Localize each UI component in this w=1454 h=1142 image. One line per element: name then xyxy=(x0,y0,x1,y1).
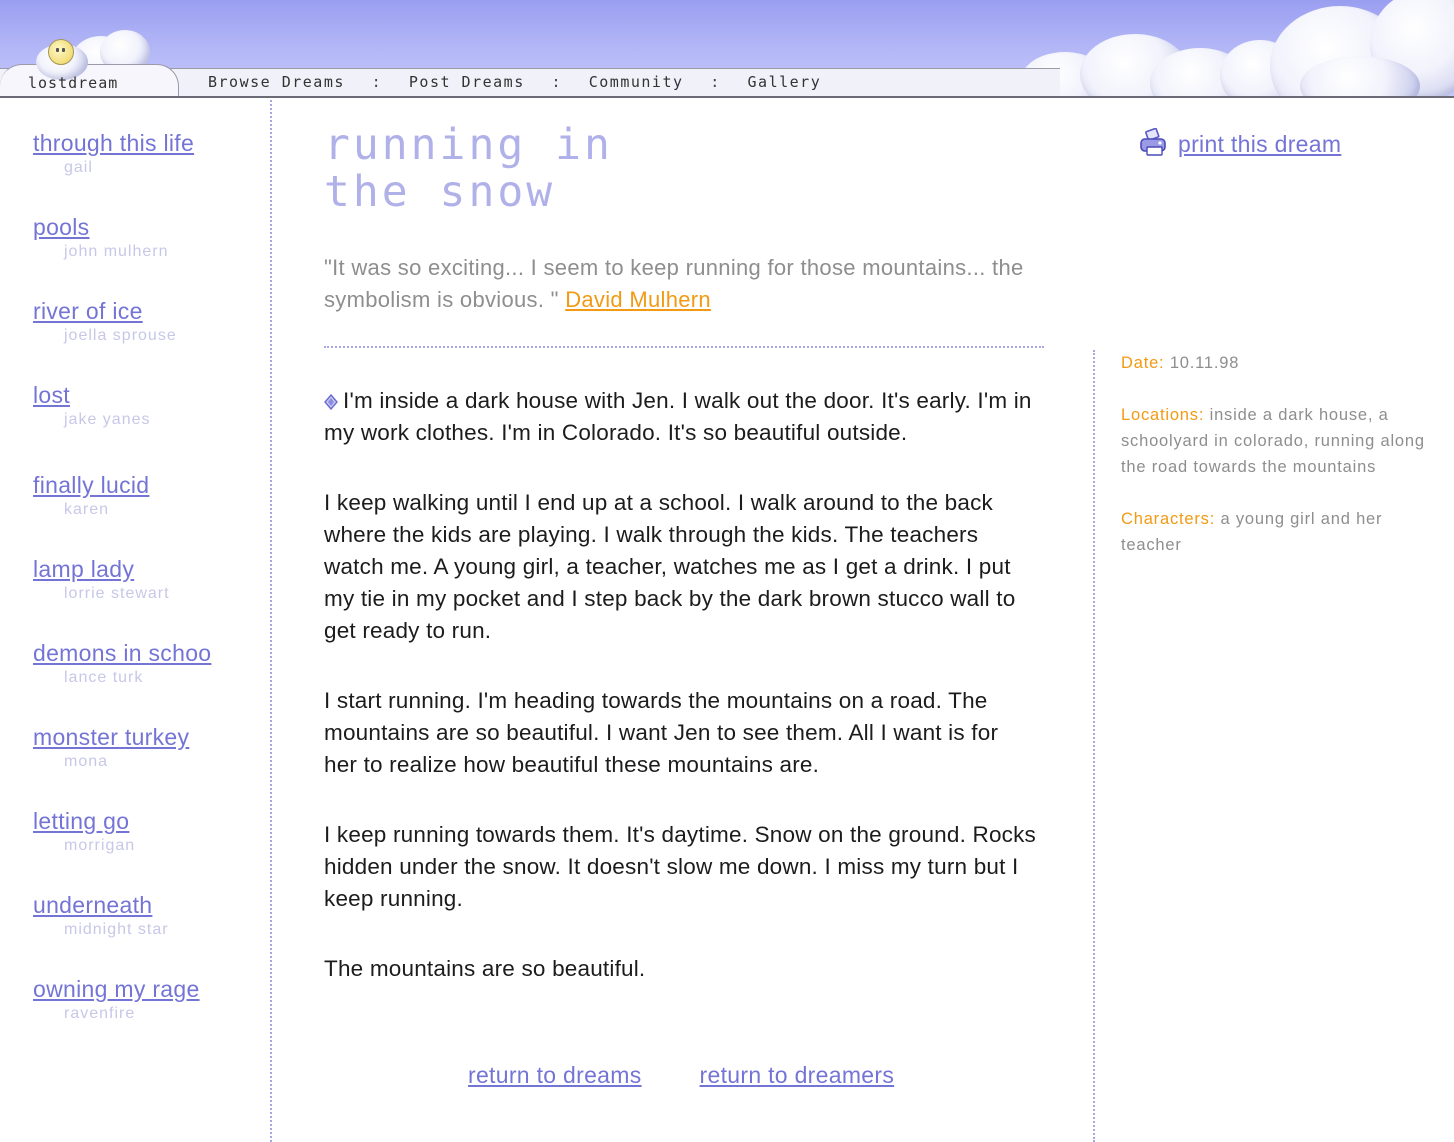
logo-face-icon xyxy=(48,39,74,65)
date-row: Date: 10.11.98 xyxy=(1121,350,1441,376)
story-text: I'm inside a dark house with Jen. I walk… xyxy=(324,388,1032,445)
dream-quote: "It was so exciting... I seem to keep ru… xyxy=(324,252,1024,316)
dream-link[interactable]: demons in schoo xyxy=(33,640,263,667)
return-to-dreamers-link[interactable]: return to dreamers xyxy=(700,1062,895,1088)
print-dream: print this dream xyxy=(1138,128,1341,158)
list-item: through this life gail xyxy=(33,130,263,214)
list-item: demons in schoo lance turk xyxy=(33,640,263,724)
dream-author: ravenfire xyxy=(64,1005,136,1022)
quote-author-link[interactable]: David Mulhern xyxy=(565,287,711,312)
dream-author: lorrie stewart xyxy=(64,585,170,602)
date-value: 10.11.98 xyxy=(1169,354,1240,372)
printer-icon xyxy=(1140,128,1166,156)
list-item: lost jake yanes xyxy=(33,382,263,472)
list-item: river of ice joella sprouse xyxy=(33,298,263,382)
dream-link[interactable]: lamp lady xyxy=(33,556,263,583)
nav-post-dreams[interactable]: Post Dreams xyxy=(409,73,525,91)
dream-author: jake yanes xyxy=(64,411,151,428)
dream-link[interactable]: pools xyxy=(33,214,263,241)
story-paragraph: I start running. I'm heading towards the… xyxy=(324,688,999,777)
dream-author: lance turk xyxy=(64,669,144,686)
dream-author: john mulhern xyxy=(64,243,169,260)
locations-row: Locations: inside a dark house, a school… xyxy=(1121,402,1441,480)
aside-divider xyxy=(1093,350,1095,1142)
dream-link[interactable]: underneath xyxy=(33,892,263,919)
dream-link[interactable]: river of ice xyxy=(33,298,263,325)
sidebar-divider xyxy=(270,100,272,1142)
return-links: return to dreams return to dreamers xyxy=(468,1062,894,1089)
list-item: lamp lady lorrie stewart xyxy=(33,556,263,640)
nav-community[interactable]: Community xyxy=(589,73,684,91)
list-item: finally lucid karen xyxy=(33,472,263,556)
story-paragraph: I keep running towards them. It's daytim… xyxy=(324,822,1037,911)
dream-author: mona xyxy=(64,753,109,770)
list-item: letting go morrigan xyxy=(33,808,263,892)
return-to-dreams-link[interactable]: return to dreams xyxy=(468,1062,642,1088)
story-paragraph: I keep walking until I end up at a schoo… xyxy=(324,490,1016,643)
date-label: Date: xyxy=(1121,354,1165,372)
list-item: owning my rage ravenfire xyxy=(33,976,263,1060)
characters-row: Characters: a young girl and her teacher xyxy=(1121,506,1441,558)
dream-author: midnight star xyxy=(64,921,169,938)
nav-separator: : xyxy=(710,73,721,91)
dream-author: morrigan xyxy=(64,837,136,854)
dream-author: karen xyxy=(64,501,110,518)
title-line-2: the snow xyxy=(324,167,556,217)
dream-author: gail xyxy=(64,159,93,176)
dream-author: joella sprouse xyxy=(64,327,177,344)
dream-link[interactable]: owning my rage xyxy=(33,976,263,1003)
nav-browse-dreams[interactable]: Browse Dreams xyxy=(208,73,345,91)
header-banner: lostdream Browse Dreams : Post Dreams : … xyxy=(0,0,1454,98)
dream-link[interactable]: lost xyxy=(33,382,263,409)
content-divider xyxy=(324,346,1044,348)
title-line-1: running in xyxy=(324,120,613,170)
story-paragraph: The mountains are so beautiful. xyxy=(324,956,646,981)
page-title: running in the snow xyxy=(324,122,613,216)
logo-link[interactable]: lostdream xyxy=(28,74,118,92)
list-item: underneath midnight star xyxy=(33,892,263,976)
dream-list-sidebar: through this life gail pools john mulher… xyxy=(33,130,263,1060)
dream-link[interactable]: through this life xyxy=(33,130,263,157)
nav-separator: : xyxy=(551,73,563,91)
list-item: monster turkey mona xyxy=(33,724,263,808)
diamond-bullet-icon xyxy=(324,394,338,410)
main-nav: Browse Dreams : Post Dreams : Community … xyxy=(208,72,821,92)
print-this-dream-link[interactable]: print this dream xyxy=(1178,131,1341,158)
dream-link[interactable]: finally lucid xyxy=(33,472,263,499)
nav-gallery[interactable]: Gallery xyxy=(748,73,822,91)
story-paragraph: I'm inside a dark house with Jen. I walk… xyxy=(324,385,1036,449)
nav-separator: : xyxy=(371,73,383,91)
list-item: pools john mulhern xyxy=(33,214,263,298)
locations-label: Locations: xyxy=(1121,406,1205,424)
header-divider xyxy=(0,96,1454,98)
dream-link[interactable]: monster turkey xyxy=(33,724,263,751)
dream-link[interactable]: letting go xyxy=(33,808,263,835)
dream-story: I'm inside a dark house with Jen. I walk… xyxy=(324,385,1036,1023)
dream-details: Date: 10.11.98 Locations: inside a dark … xyxy=(1121,350,1441,584)
characters-label: Characters: xyxy=(1121,510,1216,528)
